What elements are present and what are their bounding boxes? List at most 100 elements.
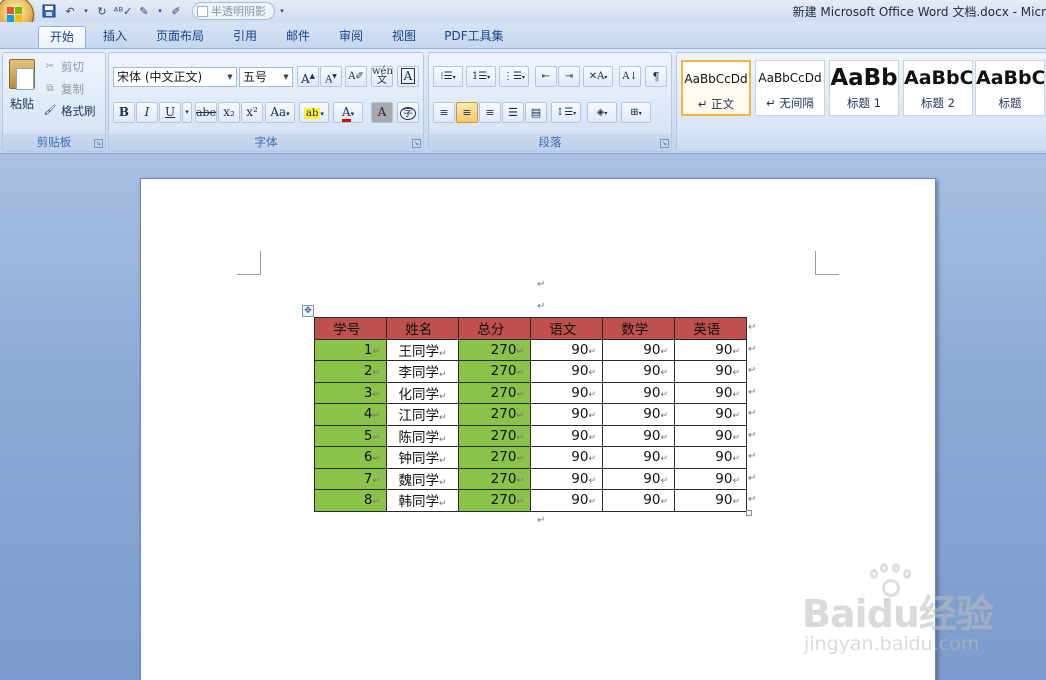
spelling-check-icon[interactable]: ᴬᴮ✓ bbox=[114, 3, 133, 19]
decrease-indent-button[interactable]: ⇤ bbox=[535, 66, 557, 87]
chevron-down-icon[interactable]: ▼ bbox=[280, 68, 292, 86]
table-cell[interactable]: 王同学↵ bbox=[386, 338, 459, 361]
grow-font-button[interactable]: A▲ bbox=[297, 66, 319, 87]
table-cell[interactable]: 7↵ bbox=[314, 467, 387, 490]
tab-pdf-tools[interactable]: PDF工具集 bbox=[436, 26, 512, 48]
subscript-button[interactable]: x₂ bbox=[218, 102, 240, 123]
style-no-spacing[interactable]: AaBbCcDd ↵ 无间隔 bbox=[755, 60, 825, 116]
table-cell[interactable]: 90↵ bbox=[674, 424, 747, 447]
phonetic-guide-button[interactable]: wén 文 bbox=[371, 66, 393, 87]
table-cell[interactable]: 江同学↵ bbox=[386, 403, 459, 426]
table-cell[interactable]: 90↵ bbox=[674, 446, 747, 469]
table-cell[interactable]: 8↵ bbox=[314, 489, 387, 512]
header-name[interactable]: 姓名↵ bbox=[386, 317, 459, 340]
save-icon[interactable] bbox=[40, 3, 58, 19]
align-right-button[interactable]: ≡ bbox=[479, 102, 501, 123]
tab-references[interactable]: 引用 bbox=[224, 26, 266, 48]
chinese-layout-button[interactable]: ✕A▾ bbox=[583, 66, 613, 87]
cut-button[interactable]: ✂ 剪切 bbox=[43, 59, 84, 75]
align-center-button[interactable]: ≡ bbox=[456, 102, 478, 123]
table-cell[interactable]: 90↵ bbox=[530, 360, 603, 383]
table-cell[interactable]: 90↵ bbox=[674, 489, 747, 512]
table-cell[interactable]: 6↵ bbox=[314, 446, 387, 469]
font-size-combo[interactable]: 五号 ▼ bbox=[239, 67, 293, 87]
table-resize-handle[interactable] bbox=[746, 510, 752, 516]
change-case-button[interactable]: Aa▾ bbox=[265, 102, 295, 123]
style-heading-2[interactable]: AaBbC 标题 2 bbox=[903, 60, 973, 116]
shrink-font-button[interactable]: A▼ bbox=[320, 66, 342, 87]
strikethrough-button[interactable]: abe bbox=[195, 102, 217, 123]
table-cell[interactable]: 90↵ bbox=[602, 467, 675, 490]
tab-review[interactable]: 审阅 bbox=[330, 26, 372, 48]
table-cell[interactable]: 90↵ bbox=[602, 489, 675, 512]
multilevel-list-button[interactable]: ⋮☰▾ bbox=[499, 66, 529, 87]
format-painter-button[interactable]: 🖌 格式刷 bbox=[43, 103, 96, 119]
redo-icon[interactable]: ↻ bbox=[93, 3, 111, 19]
table-cell[interactable]: 270↵ bbox=[458, 403, 531, 426]
tab-insert[interactable]: 插入 bbox=[94, 26, 136, 48]
table-cell[interactable]: 90↵ bbox=[530, 424, 603, 447]
pen-dropdown-icon[interactable]: ▾ bbox=[156, 3, 164, 19]
table-cell[interactable]: 270↵ bbox=[458, 381, 531, 404]
table-cell[interactable]: 1↵ bbox=[314, 338, 387, 361]
copy-button[interactable]: ⧉ 复制 bbox=[43, 81, 84, 97]
header-english[interactable]: 英语↵ bbox=[674, 317, 747, 340]
font-launcher-icon[interactable]: ↘ bbox=[412, 139, 421, 148]
table-cell[interactable]: 270↵ bbox=[458, 338, 531, 361]
style-normal[interactable]: AaBbCcDd ↵ 正文 bbox=[681, 60, 751, 116]
table-cell[interactable]: 90↵ bbox=[674, 403, 747, 426]
table-cell[interactable]: 90↵ bbox=[602, 403, 675, 426]
highlight-pen-icon[interactable]: ✎ bbox=[135, 3, 153, 19]
table-cell[interactable]: 90↵ bbox=[530, 489, 603, 512]
table-cell[interactable]: 270↵ bbox=[458, 360, 531, 383]
tab-home[interactable]: 开始 bbox=[38, 26, 86, 48]
borders-button[interactable]: ⊞▾ bbox=[621, 102, 651, 123]
score-table[interactable]: 学号↵ 姓名↵ 总分↵ 语文↵ 数学↵ 英语↵ 1↵ 王同学↵ 270↵ 90↵ 90↵… bbox=[314, 317, 747, 512]
character-shading-button[interactable]: A bbox=[371, 102, 393, 123]
show-marks-button[interactable]: ¶ bbox=[645, 66, 667, 87]
draw-icon[interactable]: ✐ bbox=[167, 3, 185, 19]
font-name-combo[interactable]: 宋体 (中文正文) ▼ bbox=[113, 67, 237, 87]
undo-dropdown-icon[interactable]: ▾ bbox=[82, 3, 90, 19]
superscript-button[interactable]: x² bbox=[241, 102, 263, 123]
font-color-button[interactable]: A▾ bbox=[333, 102, 363, 123]
table-cell[interactable]: 90↵ bbox=[602, 446, 675, 469]
table-cell[interactable]: 90↵ bbox=[674, 467, 747, 490]
table-cell[interactable]: 3↵ bbox=[314, 381, 387, 404]
header-total[interactable]: 总分↵ bbox=[458, 317, 531, 340]
table-cell[interactable]: 90↵ bbox=[530, 446, 603, 469]
increase-indent-button[interactable]: ⇥ bbox=[558, 66, 580, 87]
table-cell[interactable]: 270↵ bbox=[458, 424, 531, 447]
table-move-handle-icon[interactable]: ✥ bbox=[302, 305, 314, 317]
table-cell[interactable]: 270↵ bbox=[458, 467, 531, 490]
align-left-button[interactable]: ≡ bbox=[433, 102, 455, 123]
table-cell[interactable]: 陈同学↵ bbox=[386, 424, 459, 447]
tab-view[interactable]: 视图 bbox=[383, 26, 425, 48]
table-cell[interactable]: 钟同学↵ bbox=[386, 446, 459, 469]
table-cell[interactable]: 魏同学↵ bbox=[386, 467, 459, 490]
table-cell[interactable]: 化同学↵ bbox=[386, 381, 459, 404]
checkbox[interactable] bbox=[197, 5, 208, 17]
table-cell[interactable]: 2↵ bbox=[314, 360, 387, 383]
table-cell[interactable]: 90↵ bbox=[602, 360, 675, 383]
table-cell[interactable]: 90↵ bbox=[674, 381, 747, 404]
table-cell[interactable]: 4↵ bbox=[314, 403, 387, 426]
table-cell[interactable]: 李同学↵ bbox=[386, 360, 459, 383]
undo-icon[interactable]: ↶ bbox=[61, 3, 79, 19]
table-cell[interactable]: 90↵ bbox=[674, 360, 747, 383]
header-chinese[interactable]: 语文↵ bbox=[530, 317, 603, 340]
paragraph-launcher-icon[interactable]: ↘ bbox=[660, 139, 669, 148]
style-heading-1[interactable]: AaBb 标题 1 bbox=[829, 60, 899, 116]
character-border-button[interactable]: A bbox=[397, 66, 419, 87]
distribute-button[interactable]: ▤ bbox=[525, 102, 547, 123]
table-cell[interactable]: 90↵ bbox=[530, 403, 603, 426]
underline-button[interactable]: U bbox=[159, 102, 181, 123]
paste-button[interactable]: 粘贴 bbox=[7, 59, 37, 112]
style-title[interactable]: AaBbC 标题 bbox=[975, 60, 1045, 116]
justify-button[interactable]: ☰ bbox=[502, 102, 524, 123]
shading-button[interactable]: ◈▾ bbox=[587, 102, 617, 123]
table-cell[interactable]: 90↵ bbox=[530, 467, 603, 490]
clipboard-launcher-icon[interactable]: ↘ bbox=[94, 139, 103, 148]
italic-button[interactable]: I bbox=[136, 102, 158, 123]
table-cell[interactable]: 90↵ bbox=[602, 381, 675, 404]
